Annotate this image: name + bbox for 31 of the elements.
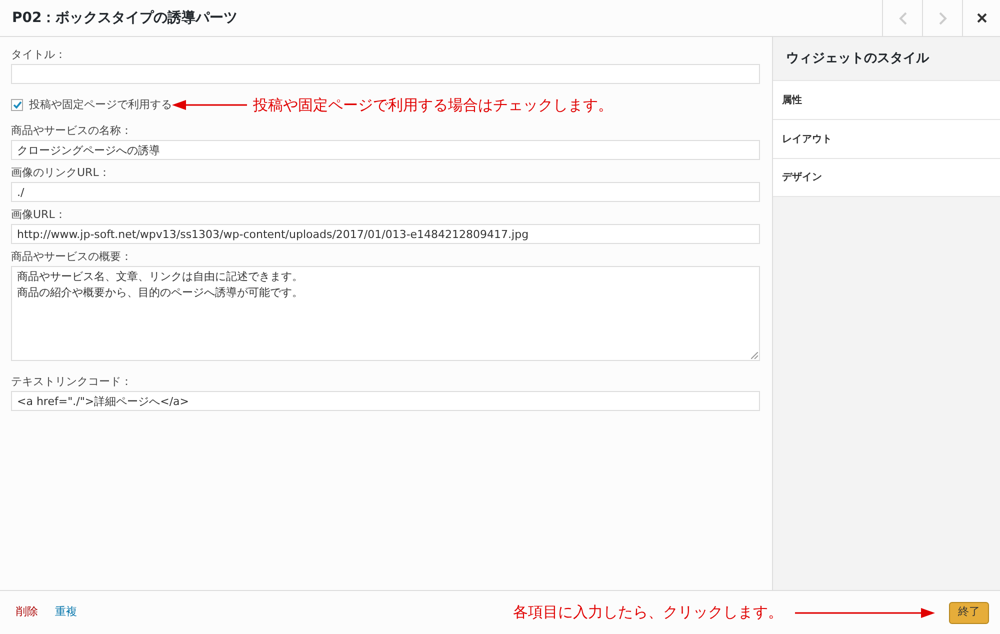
text-field[interactable]: <a href="./">詳細ページへ</a> [11, 391, 760, 411]
field-label: テキストリンクコード： [11, 375, 133, 389]
annotation-text: 投稿や固定ページで利用する場合はチェックします。 [253, 94, 613, 116]
sidebar-item[interactable]: 属性 [773, 80, 1000, 119]
field-label: 画像URL： [11, 208, 67, 222]
chevron-left-icon [898, 12, 906, 24]
sidebar-item[interactable]: デザイン [773, 158, 1000, 197]
duplicate-link[interactable]: 重複 [55, 604, 77, 621]
resize-handle-icon [751, 352, 758, 359]
checkbox[interactable] [11, 99, 23, 111]
checkbox-label: 投稿や固定ページで利用する [29, 96, 172, 113]
field-label: 商品やサービスの名称： [11, 124, 133, 138]
text-line: 商品の紹介や概要から、目的のページへ誘導が可能です。 [17, 285, 303, 301]
done-button[interactable]: 終了 [949, 602, 989, 624]
chevron-right-icon [938, 12, 946, 24]
text-field[interactable] [11, 64, 760, 84]
delete-link[interactable]: 削除 [16, 604, 38, 621]
sidebar-item[interactable]: レイアウト [773, 119, 1000, 158]
text-field[interactable]: クロージングページへの誘導 [11, 140, 760, 160]
close-icon [976, 13, 986, 23]
window-title: P02：ボックスタイプの誘導パーツ [11, 8, 239, 28]
sidebar-title: ウィジェットのスタイル [785, 50, 930, 68]
field-label: 商品やサービスの概要： [11, 250, 133, 264]
text-line: 商品やサービス名、文章、リンクは自由に記述できます。 [17, 269, 303, 285]
text-field[interactable]: ./ [11, 182, 760, 202]
field-label: 画像のリンクURL： [11, 166, 111, 180]
field-label: タイトル： [11, 48, 67, 62]
text-field[interactable]: http://www.jp-soft.net/wpv13/ss1303/wp-content/uploads/2017/01/013-e1484212809417.jpg [11, 224, 760, 244]
annotation-text: 各項目に入力したら、クリックします。 [513, 602, 783, 624]
text-area[interactable]: 商品やサービス名、文章、リンクは自由に記述できます。 商品の紹介や概要から、目的のページへ誘導が可能です。 [11, 266, 760, 361]
check-icon [12, 101, 22, 109]
